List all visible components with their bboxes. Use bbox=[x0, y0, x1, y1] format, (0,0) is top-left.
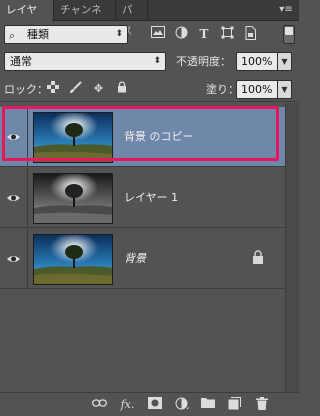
type-filter-icon[interactable]: T bbox=[196, 26, 212, 42]
lock-label: ロック： bbox=[4, 83, 48, 96]
eye-icon[interactable] bbox=[6, 191, 21, 205]
lock-all-icon[interactable] bbox=[114, 81, 129, 96]
pixel-filter-icon[interactable] bbox=[150, 26, 166, 42]
visibility-cell[interactable] bbox=[0, 168, 28, 228]
tab-channels[interactable]: チャンネル bbox=[54, 0, 116, 37]
layer-row[interactable]: 背景 bbox=[0, 229, 299, 289]
layer-thumbnail bbox=[33, 173, 113, 224]
panel-tab-bar: レイヤー チャンネル パス ▾≡ bbox=[0, 0, 299, 37]
trash-icon[interactable] bbox=[253, 397, 270, 413]
layers-list: 背景 のコピー レイヤー 1 背景 bbox=[0, 103, 299, 392]
new-layer-icon[interactable] bbox=[226, 397, 243, 413]
adjustment-icon[interactable] bbox=[173, 397, 190, 413]
lock-position-icon[interactable]: ✥ bbox=[91, 81, 106, 96]
blend-row: 通常 ⬍ 不透明度： 100% ▼ bbox=[0, 49, 299, 74]
layer-row[interactable]: 背景 のコピー bbox=[0, 107, 299, 167]
layer-row[interactable]: レイヤー 1 bbox=[0, 168, 299, 228]
search-icon: ⌕ bbox=[9, 29, 16, 42]
link-icon[interactable] bbox=[91, 397, 108, 413]
chevron-updown-icon: ⬍ bbox=[153, 56, 161, 66]
group-folder-icon[interactable] bbox=[199, 397, 216, 413]
layer-thumbnail bbox=[33, 234, 113, 285]
layer-thumbnail bbox=[33, 112, 113, 163]
opacity-dropdown-icon[interactable]: ▼ bbox=[278, 52, 292, 71]
tab-paths[interactable]: パス bbox=[116, 0, 148, 37]
mask-icon[interactable] bbox=[146, 397, 163, 413]
tab-layers[interactable]: レイヤー bbox=[0, 0, 54, 37]
panel-bottom-toolbar: fx. bbox=[0, 392, 299, 416]
chevron-updown-icon: ⬍ bbox=[115, 29, 123, 39]
fill-input[interactable]: 100% bbox=[236, 80, 278, 99]
filter-row: ⌕ 種類 ⬍ T bbox=[0, 22, 299, 47]
lock-transparent-icon[interactable] bbox=[45, 81, 60, 96]
shape-filter-icon[interactable] bbox=[219, 26, 235, 42]
layer-name[interactable]: 背景 のコピー bbox=[124, 128, 194, 144]
filter-kind-select[interactable]: ⌕ 種類 ⬍ bbox=[4, 25, 128, 44]
layer-name[interactable]: 背景 bbox=[124, 250, 146, 266]
filter-kind-label: 種類 bbox=[27, 28, 49, 41]
fx-icon[interactable]: fx. bbox=[119, 397, 136, 413]
layers-scrollbar[interactable] bbox=[285, 103, 299, 392]
smart-object-filter-icon[interactable] bbox=[242, 26, 258, 42]
fill-dropdown-icon[interactable]: ▼ bbox=[278, 80, 292, 99]
eye-icon[interactable] bbox=[6, 130, 21, 144]
opacity-input[interactable]: 100% bbox=[236, 52, 278, 71]
panel-menu-icon[interactable]: ▾≡ bbox=[279, 3, 293, 17]
blend-mode-value: 通常 bbox=[10, 55, 32, 68]
opacity-label: 不透明度： bbox=[176, 55, 231, 68]
lock-row: ロック： ✥ 塗り： 100% ▼ bbox=[0, 77, 299, 102]
visibility-cell[interactable] bbox=[0, 229, 28, 289]
visibility-cell[interactable] bbox=[0, 107, 28, 167]
layer-name[interactable]: レイヤー 1 bbox=[124, 189, 178, 205]
fill-label: 塗り： bbox=[206, 83, 239, 96]
adjustment-filter-icon[interactable] bbox=[173, 26, 189, 42]
filter-toggle-switch[interactable] bbox=[283, 25, 295, 44]
eye-icon[interactable] bbox=[6, 252, 21, 266]
blend-mode-select[interactable]: 通常 ⬍ bbox=[4, 52, 166, 71]
lock-icon[interactable] bbox=[252, 250, 264, 265]
lock-image-icon[interactable] bbox=[68, 81, 83, 96]
